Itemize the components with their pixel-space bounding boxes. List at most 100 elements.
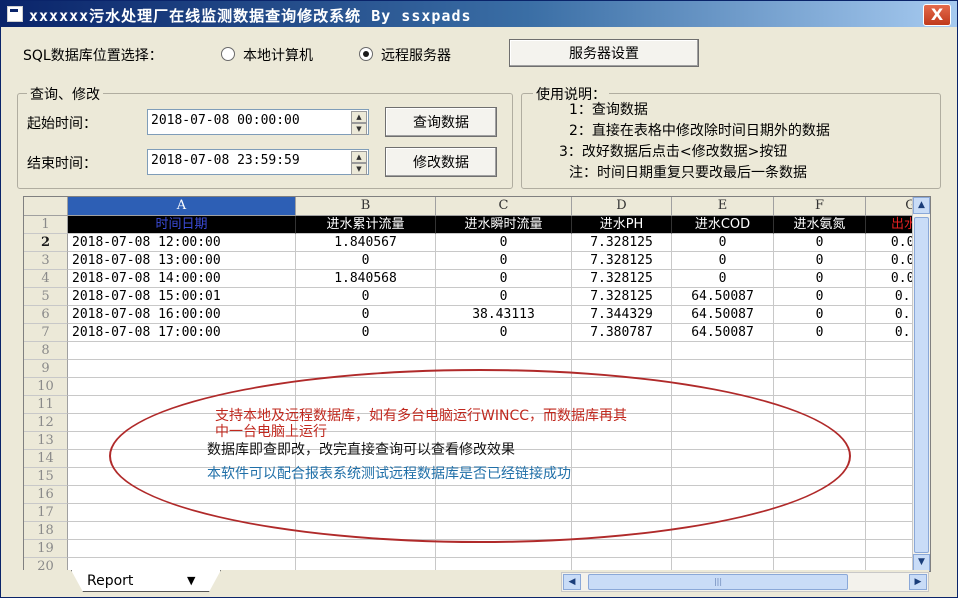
row-header-8[interactable]: 8 xyxy=(24,342,68,360)
grid-cell[interactable]: 1.840567 xyxy=(296,234,436,252)
row-header-1[interactable]: 1 xyxy=(24,216,68,234)
radio-remote[interactable] xyxy=(359,47,373,61)
grid-cell[interactable] xyxy=(774,504,866,522)
radio-remote-label[interactable]: 远程服务器 xyxy=(381,45,451,65)
grid-cell[interactable]: 2018-07-08 14:00:00 xyxy=(68,270,296,288)
end-time-picker[interactable]: ▲ ▼ xyxy=(147,149,369,175)
end-time-spin[interactable]: ▲ ▼ xyxy=(351,151,367,175)
row-header-9[interactable]: 9 xyxy=(24,360,68,378)
row-header-7[interactable]: 7 xyxy=(24,324,68,342)
header-cell[interactable]: 时间日期 xyxy=(68,216,296,234)
end-time-input[interactable] xyxy=(151,153,339,168)
grid-cell[interactable]: 0 xyxy=(672,234,774,252)
grid-cell[interactable]: 0 xyxy=(672,270,774,288)
horizontal-scrollbar[interactable]: ◀ ||| ▶ xyxy=(561,572,929,592)
grid-cell[interactable]: 0 xyxy=(774,288,866,306)
row-header-19[interactable]: 19 xyxy=(24,540,68,558)
start-time-picker[interactable]: ▲ ▼ xyxy=(147,109,369,135)
header-cell[interactable]: 进水累计流量 xyxy=(296,216,436,234)
spin-down-icon[interactable]: ▼ xyxy=(351,163,367,175)
radio-local[interactable] xyxy=(221,47,235,61)
grid-cell[interactable]: 0 xyxy=(774,270,866,288)
scroll-right-icon[interactable]: ▶ xyxy=(909,574,927,590)
grid-cell[interactable]: 2018-07-08 17:00:00 xyxy=(68,324,296,342)
row-header-16[interactable]: 16 xyxy=(24,486,68,504)
grid-cell[interactable]: 64.50087 xyxy=(672,288,774,306)
grid-cell[interactable]: 0 xyxy=(436,252,572,270)
grid-cell[interactable]: 64.50087 xyxy=(672,306,774,324)
column-header-a[interactable]: A xyxy=(68,197,296,216)
grid-cell[interactable]: 64.50087 xyxy=(672,324,774,342)
close-button[interactable]: X xyxy=(923,4,951,26)
row-header-17[interactable]: 17 xyxy=(24,504,68,522)
grid-cell[interactable]: 7.328125 xyxy=(572,234,672,252)
radio-local-label[interactable]: 本地计算机 xyxy=(243,45,313,65)
column-header-c[interactable]: C xyxy=(436,197,572,216)
grid-cell[interactable] xyxy=(774,522,866,540)
grid-cell[interactable] xyxy=(774,540,866,558)
grid-cell[interactable]: 0 xyxy=(774,252,866,270)
grid-cell[interactable]: 7.328125 xyxy=(572,270,672,288)
row-header-14[interactable]: 14 xyxy=(24,450,68,468)
grid-cell[interactable]: 0 xyxy=(436,270,572,288)
grid-cell[interactable]: 2018-07-08 16:00:00 xyxy=(68,306,296,324)
server-settings-button[interactable]: 服务器设置 xyxy=(509,39,699,67)
row-header-13[interactable]: 13 xyxy=(24,432,68,450)
row-header-2[interactable]: 2 xyxy=(24,234,68,252)
header-cell[interactable]: 进水COD xyxy=(672,216,774,234)
spin-down-icon[interactable]: ▼ xyxy=(351,123,367,135)
grid-cell[interactable]: 0 xyxy=(774,234,866,252)
grid-cell[interactable]: 0 xyxy=(296,252,436,270)
grid-cell[interactable]: 0 xyxy=(436,234,572,252)
grid-cell[interactable] xyxy=(672,360,774,378)
grid-cell[interactable]: 0 xyxy=(774,306,866,324)
start-time-input[interactable] xyxy=(151,113,339,128)
grid-cell[interactable] xyxy=(296,342,436,360)
grid-cell[interactable] xyxy=(672,540,774,558)
grid-cell[interactable]: 2018-07-08 12:00:00 xyxy=(68,234,296,252)
column-header-f[interactable]: F xyxy=(774,197,866,216)
row-header-6[interactable]: 6 xyxy=(24,306,68,324)
grid-cell[interactable] xyxy=(572,540,672,558)
grid-cell[interactable] xyxy=(296,540,436,558)
query-data-button[interactable]: 查询数据 xyxy=(385,107,497,137)
row-header-5[interactable]: 5 xyxy=(24,288,68,306)
row-header-12[interactable]: 12 xyxy=(24,414,68,432)
spin-up-icon[interactable]: ▲ xyxy=(351,151,367,163)
grid-cell[interactable]: 0 xyxy=(296,324,436,342)
modify-data-button[interactable]: 修改数据 xyxy=(385,147,497,177)
horizontal-scroll-thumb[interactable]: ||| xyxy=(588,574,848,590)
grid-cell[interactable] xyxy=(572,342,672,360)
grid-cell[interactable] xyxy=(68,360,296,378)
grid-cell[interactable]: 2018-07-08 15:00:01 xyxy=(68,288,296,306)
header-cell[interactable]: 进水瞬时流量 xyxy=(436,216,572,234)
header-cell[interactable]: 进水PH xyxy=(572,216,672,234)
column-header-e[interactable]: E xyxy=(672,197,774,216)
tab-dropdown-icon[interactable]: ▼ xyxy=(187,574,195,587)
grid-cell[interactable] xyxy=(436,342,572,360)
grid-cell[interactable]: 0 xyxy=(436,288,572,306)
row-header-4[interactable]: 4 xyxy=(24,270,68,288)
grid-cell[interactable]: 38.43113 xyxy=(436,306,572,324)
header-cell[interactable]: 进水氨氮 xyxy=(774,216,866,234)
grid-cell[interactable]: 0 xyxy=(296,288,436,306)
row-header-15[interactable]: 15 xyxy=(24,468,68,486)
column-header-b[interactable]: B xyxy=(296,197,436,216)
grid-cell[interactable]: 0 xyxy=(296,306,436,324)
grid-cell[interactable] xyxy=(68,342,296,360)
grid-cell[interactable] xyxy=(672,342,774,360)
grid-cell[interactable]: 7.328125 xyxy=(572,252,672,270)
spin-up-icon[interactable]: ▲ xyxy=(351,111,367,123)
grid-cell[interactable]: 0 xyxy=(774,324,866,342)
grid-cell[interactable]: 1.840568 xyxy=(296,270,436,288)
sheet-tab-label[interactable]: Report xyxy=(87,573,133,589)
grid-cell[interactable] xyxy=(68,540,296,558)
row-header-3[interactable]: 3 xyxy=(24,252,68,270)
start-time-spin[interactable]: ▲ ▼ xyxy=(351,111,367,135)
grid-corner[interactable] xyxy=(24,197,68,216)
grid-cell[interactable] xyxy=(774,342,866,360)
vertical-scrollbar[interactable]: ▲ ▼ xyxy=(912,197,930,571)
scroll-down-icon[interactable]: ▼ xyxy=(913,554,930,571)
grid-cell[interactable]: 7.380787 xyxy=(572,324,672,342)
grid-cell[interactable]: 0 xyxy=(672,252,774,270)
